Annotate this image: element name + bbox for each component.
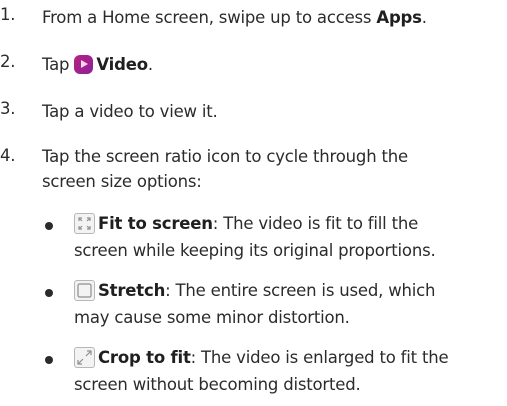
step-text-bold: Video [96, 55, 148, 74]
option-title: Crop to fit [98, 348, 191, 367]
option-title: Fit to screen [98, 214, 213, 233]
step-text: Tap Video. [42, 52, 501, 78]
step-number: 4. [0, 146, 16, 165]
option-description: : The entire screen is used, which [165, 281, 436, 300]
option-title: Stretch [98, 281, 166, 300]
option-text-line1: Crop to fit: The video is enlarged to fi… [74, 344, 449, 372]
option-text-line1: Stretch: The entire screen is used, whic… [74, 277, 435, 305]
option-text-line1: Fit to screen: The video is fit to fill … [74, 210, 418, 238]
stretch-icon [74, 280, 95, 301]
step-text-bold: Apps [376, 8, 422, 27]
step-number: 2. [0, 52, 16, 71]
option-text-line2: screen without becoming distorted. [74, 375, 361, 394]
fit-to-screen-icon [74, 213, 95, 234]
option-description: : The video is enlarged to fit the [190, 348, 449, 367]
step-text-end: . [421, 8, 427, 27]
video-app-icon [74, 55, 94, 74]
step-number: 3. [0, 99, 16, 118]
step-number: 1. [0, 5, 16, 24]
bullet [45, 289, 53, 297]
step-text-line2: screen size options: [42, 172, 202, 191]
bullet [45, 222, 53, 230]
step-text-plain: From a Home screen, swipe up to access [42, 8, 377, 27]
instructions-page: 1. From a Home screen, swipe up to acces… [0, 0, 507, 406]
step-text-plain: Tap [42, 55, 75, 74]
option-text-line2: may cause some minor distortion. [74, 308, 350, 327]
step-text: From a Home screen, swipe up to access A… [42, 5, 501, 31]
crop-to-fit-icon [74, 347, 95, 368]
option-description: : The video is fit to fill the [212, 214, 419, 233]
step-text: Tap a video to view it. [42, 102, 218, 121]
bullet [45, 356, 53, 364]
step-text-end: . [147, 55, 153, 74]
step-text-line1: Tap the screen ratio icon to cycle throu… [42, 147, 408, 166]
option-text-line2: screen while keeping its original propor… [74, 241, 436, 260]
